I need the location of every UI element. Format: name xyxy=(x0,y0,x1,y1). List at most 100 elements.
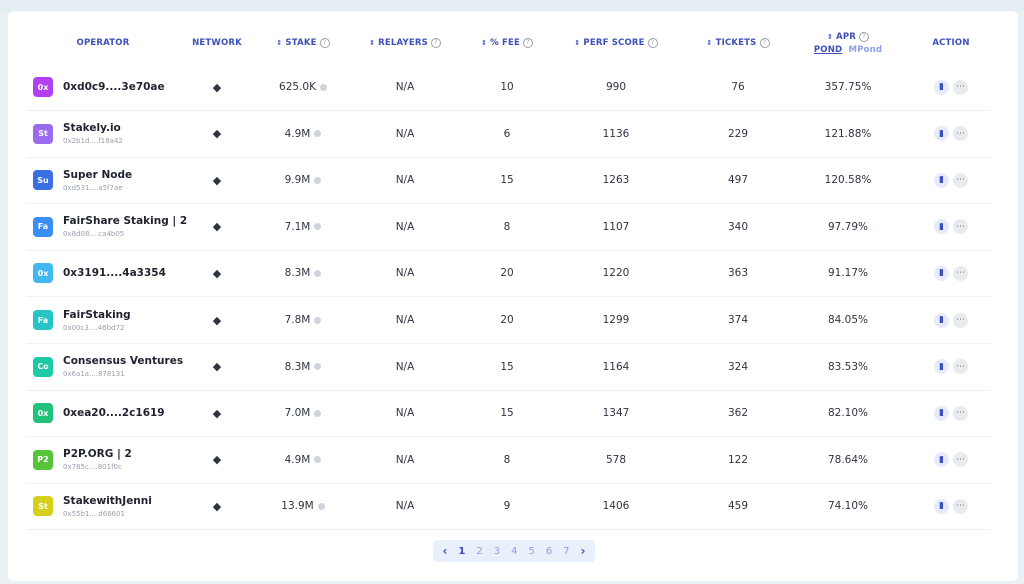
operator-cell[interactable]: St Stakely.io 0x2b1d....f18a42 xyxy=(33,111,203,157)
operator-name[interactable]: 0x3191....4a3354 xyxy=(63,267,166,279)
page-3-button[interactable]: 3 xyxy=(494,546,500,557)
apr-value: 91.17% xyxy=(827,267,869,280)
operator-cell[interactable]: Co Consensus Ventures 0x6a1a....878131 xyxy=(33,344,203,390)
share-icon[interactable]: ⋯ xyxy=(953,312,968,328)
operator-name-block[interactable]: P2P.ORG | 2 0x785c....801f0c xyxy=(63,448,132,471)
page-7-button[interactable]: 7 xyxy=(563,546,569,557)
bar-chart-icon[interactable]: ▮ xyxy=(934,126,949,142)
table-row[interactable]: 0x 0x3191....4a3354 ◆ 8.3M N/A 20 1220 363 91.17… xyxy=(27,250,991,298)
help-circle-icon[interactable]: ? xyxy=(522,38,533,48)
operator-name-block[interactable]: Consensus Ventures 0x6a1a....878131 xyxy=(63,355,183,378)
page-4-button[interactable]: 4 xyxy=(511,546,517,557)
share-icon[interactable]: ⋯ xyxy=(953,79,968,95)
table-row[interactable]: Fa FairShare Staking | 2 0x8d08....ca4b05 ◆… xyxy=(27,204,991,251)
operator-name-block[interactable]: StakewithJenni 0x55b1....d66601 xyxy=(63,495,152,518)
operator-name[interactable]: StakewithJenni xyxy=(63,495,152,507)
help-circle-icon[interactable]: ? xyxy=(647,38,658,48)
bar-chart-icon[interactable]: ▮ xyxy=(934,219,949,235)
col-apr-top[interactable]: ⇕ APR ? xyxy=(827,31,870,42)
table-row[interactable]: St StakewithJenni 0x55b1....d66601 ◆ 13.9M N/… xyxy=(27,483,991,531)
operator-avatar: Su xyxy=(33,170,53,191)
operator-name[interactable]: 0xea20....2c1619 xyxy=(63,407,165,419)
sort-arrows-icon[interactable]: ⇕ xyxy=(574,39,580,47)
operator-name-block[interactable]: FairStaking 0x00c3....46bd72 xyxy=(63,309,131,332)
operator-name[interactable]: Stakely.io xyxy=(63,122,123,134)
col-relayers-label[interactable]: RELAYERS xyxy=(378,38,428,48)
sort-arrows-icon[interactable]: ⇕ xyxy=(827,33,833,41)
perf-cell: 1136 xyxy=(566,111,666,157)
apr-value: 97.79% xyxy=(827,220,869,233)
apr-cell: 74.10% xyxy=(803,483,893,529)
relayers-value: N/A xyxy=(395,220,415,233)
bar-chart-icon[interactable]: ▮ xyxy=(934,405,949,421)
operator-name[interactable]: FairStaking xyxy=(63,309,131,321)
operator-name[interactable]: FairShare Staking | 2 xyxy=(63,215,187,227)
bar-chart-icon[interactable]: ▮ xyxy=(934,265,949,281)
share-icon[interactable]: ⋯ xyxy=(953,172,968,188)
apr-mpond-toggle[interactable]: MPond xyxy=(848,45,882,55)
share-icon[interactable]: ⋯ xyxy=(953,405,968,421)
share-icon[interactable]: ⋯ xyxy=(953,126,968,142)
bar-chart-icon[interactable]: ▮ xyxy=(934,498,949,514)
share-icon[interactable]: ⋯ xyxy=(953,452,968,468)
table-row[interactable]: Su Super Node 0xd531....a5f7ae ◆ 9.9M N/A 15 12… xyxy=(27,157,991,205)
col-apr-label[interactable]: APR xyxy=(836,32,856,42)
page-2-button[interactable]: 2 xyxy=(476,546,482,557)
operator-cell[interactable]: 0x 0x3191....4a3354 xyxy=(33,250,203,296)
help-circle-icon[interactable]: ? xyxy=(319,38,330,48)
help-circle-icon[interactable]: ? xyxy=(859,31,870,42)
table-row[interactable]: Co Consensus Ventures 0x6a1a....878131 ◆ 8.3… xyxy=(27,344,991,391)
col-tickets-label[interactable]: TICKETS xyxy=(716,38,757,48)
operator-name-block[interactable]: 0x3191....4a3354 xyxy=(63,267,166,279)
table-row[interactable]: St Stakely.io 0x2b1d....f18a42 ◆ 4.9M N/A 6 113… xyxy=(27,111,991,158)
operator-name-block[interactable]: 0xd0c9....3e70ae xyxy=(63,81,165,93)
operator-name-block[interactable]: FairShare Staking | 2 0x8d08....ca4b05 xyxy=(63,215,187,238)
page-5-button[interactable]: 5 xyxy=(528,546,534,557)
page-1-button[interactable]: 1 xyxy=(458,546,465,557)
operator-cell[interactable]: 0x 0xd0c9....3e70ae xyxy=(33,64,203,110)
relayers-value: N/A xyxy=(395,453,415,466)
table-row[interactable]: 0x 0xea20....2c1619 ◆ 7.0M N/A 15 1347 362 82.10… xyxy=(27,390,991,438)
page-6-button[interactable]: 6 xyxy=(546,546,552,557)
bar-chart-icon[interactable]: ▮ xyxy=(934,172,949,188)
operator-name-block[interactable]: 0xea20....2c1619 xyxy=(63,407,165,419)
share-icon[interactable]: ⋯ xyxy=(953,359,968,375)
col-stake-label[interactable]: STAKE xyxy=(285,38,316,48)
perf-cell: 578 xyxy=(566,437,666,483)
operator-cell[interactable]: Fa FairStaking 0x00c3....46bd72 xyxy=(33,297,203,343)
operator-name-block[interactable]: Super Node 0xd531....a5f7ae xyxy=(63,169,132,192)
bar-chart-icon[interactable]: ▮ xyxy=(934,359,949,375)
next-page-button[interactable]: › xyxy=(581,544,586,558)
share-icon[interactable]: ⋯ xyxy=(953,265,968,281)
operator-cell[interactable]: Fa FairShare Staking | 2 0x8d08....ca4b05 xyxy=(33,204,203,250)
share-icon[interactable]: ⋯ xyxy=(953,498,968,514)
operator-cell[interactable]: St StakewithJenni 0x55b1....d66601 xyxy=(33,483,203,529)
help-circle-icon[interactable]: ? xyxy=(430,38,441,48)
share-icon[interactable]: ⋯ xyxy=(953,219,968,235)
bar-chart-icon[interactable]: ▮ xyxy=(934,452,949,468)
operator-name[interactable]: P2P.ORG | 2 xyxy=(63,448,132,460)
table-row[interactable]: 0x 0xd0c9....3e70ae ◆ 625.0K N/A 10 990 76 357.7… xyxy=(27,64,991,111)
sort-arrows-icon[interactable]: ⇕ xyxy=(276,39,282,47)
table-row[interactable]: P2 P2P.ORG | 2 0x785c....801f0c ◆ 4.9M N/A 8 57… xyxy=(27,437,991,484)
prev-page-button[interactable]: ‹ xyxy=(442,544,447,558)
bar-chart-icon[interactable]: ▮ xyxy=(934,312,949,328)
fee-value: 6 xyxy=(503,127,511,140)
operator-cell[interactable]: P2 P2P.ORG | 2 0x785c....801f0c xyxy=(33,437,203,483)
sort-arrows-icon[interactable]: ⇕ xyxy=(481,39,487,47)
tickets-value: 122 xyxy=(727,453,749,466)
operator-cell[interactable]: Su Super Node 0xd531....a5f7ae xyxy=(33,157,203,203)
sort-arrows-icon[interactable]: ⇕ xyxy=(369,39,375,47)
col-fee-label[interactable]: % FEE xyxy=(490,38,520,48)
operator-name[interactable]: Consensus Ventures xyxy=(63,355,183,367)
operator-name-block[interactable]: Stakely.io 0x2b1d....f18a42 xyxy=(63,122,123,145)
sort-arrows-icon[interactable]: ⇕ xyxy=(707,39,713,47)
operator-cell[interactable]: 0x 0xea20....2c1619 xyxy=(33,390,203,436)
apr-pond-toggle[interactable]: POND xyxy=(814,45,842,55)
help-circle-icon[interactable]: ? xyxy=(759,38,770,48)
bar-chart-icon[interactable]: ▮ xyxy=(934,79,949,95)
table-row[interactable]: Fa FairStaking 0x00c3....46bd72 ◆ 7.8M N/A 20 1… xyxy=(27,297,991,344)
col-perf-label[interactable]: PERF SCORE xyxy=(583,38,644,48)
operator-name[interactable]: 0xd0c9....3e70ae xyxy=(63,81,165,93)
operator-name[interactable]: Super Node xyxy=(63,169,132,181)
